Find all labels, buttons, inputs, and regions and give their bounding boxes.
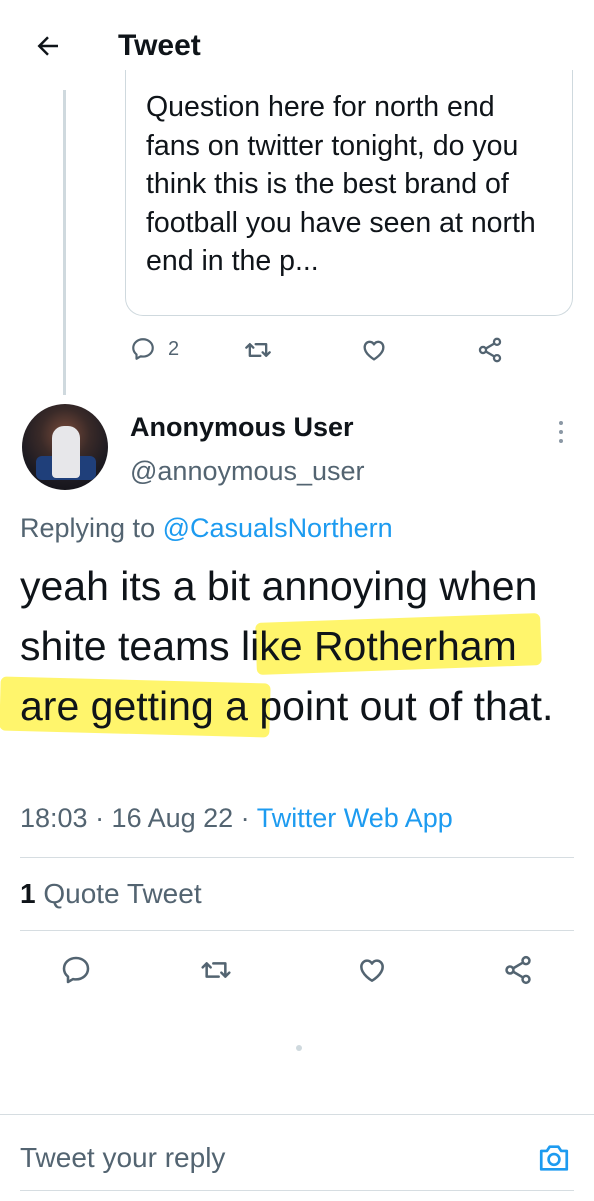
speech-bubble-icon	[62, 956, 90, 984]
quote-tweet-count: 1	[20, 878, 36, 909]
speech-bubble-icon	[132, 338, 154, 360]
like-button[interactable]	[356, 954, 388, 986]
vertical-dots-icon	[559, 439, 563, 443]
arrow-left-icon	[37, 36, 58, 56]
quoted-retweet-button[interactable]	[244, 336, 272, 364]
share-button[interactable]	[502, 954, 534, 986]
quoted-like-button[interactable]	[360, 336, 388, 364]
quoted-share-button[interactable]	[476, 336, 504, 364]
loading-indicator-dot	[296, 1045, 302, 1051]
thread-connector-line	[63, 90, 66, 395]
more-options-button[interactable]	[548, 412, 574, 452]
camera-icon	[539, 1145, 569, 1171]
quoted-reply-count: 2	[168, 337, 180, 360]
divider	[20, 857, 574, 858]
author-display-name[interactable]: Anonymous User	[130, 410, 354, 444]
quote-tweets-link[interactable]: 1 Quote Tweet	[20, 876, 202, 912]
reply-input-underline	[20, 1190, 574, 1191]
heart-icon	[360, 959, 384, 982]
retweet-icon	[201, 962, 231, 978]
retweet-icon	[245, 343, 271, 357]
tweet-source-link[interactable]: Twitter Web App	[257, 803, 453, 833]
share-icon	[478, 337, 502, 363]
reply-input[interactable]: Tweet your reply	[20, 1140, 225, 1176]
quoted-reply-button[interactable]: 2	[130, 336, 179, 362]
reply-button[interactable]	[60, 954, 92, 986]
camera-button[interactable]	[534, 1138, 574, 1178]
heart-icon	[363, 340, 385, 361]
share-icon	[505, 955, 531, 985]
tweet-timestamp: 18:03 · 16 Aug 22 ·	[20, 803, 257, 833]
vertical-dots-icon	[559, 430, 563, 434]
replying-to-mention[interactable]: @CasualsNorthern	[163, 513, 393, 543]
page-title: Tweet	[118, 29, 201, 62]
retweet-button[interactable]	[200, 954, 232, 986]
replying-to-label: Replying to	[20, 513, 156, 543]
author-handle[interactable]: @annoymous_user	[130, 454, 365, 488]
tweet-metadata: 18:03 · 16 Aug 22 · Twitter Web App	[20, 800, 453, 836]
tweet-body-text: yeah its a bit annoying when shite teams…	[20, 563, 554, 729]
avatar[interactable]	[22, 404, 108, 490]
replying-to-line: Replying to @CasualsNorthern	[20, 510, 393, 546]
avatar-image-figure	[52, 426, 80, 478]
back-button[interactable]	[24, 22, 72, 70]
quoted-tweet-text: Question here for north end fans on twit…	[146, 91, 536, 277]
vertical-dots-icon	[559, 421, 563, 425]
quote-tweet-label: Quote Tweet	[35, 878, 202, 909]
divider	[20, 930, 574, 931]
